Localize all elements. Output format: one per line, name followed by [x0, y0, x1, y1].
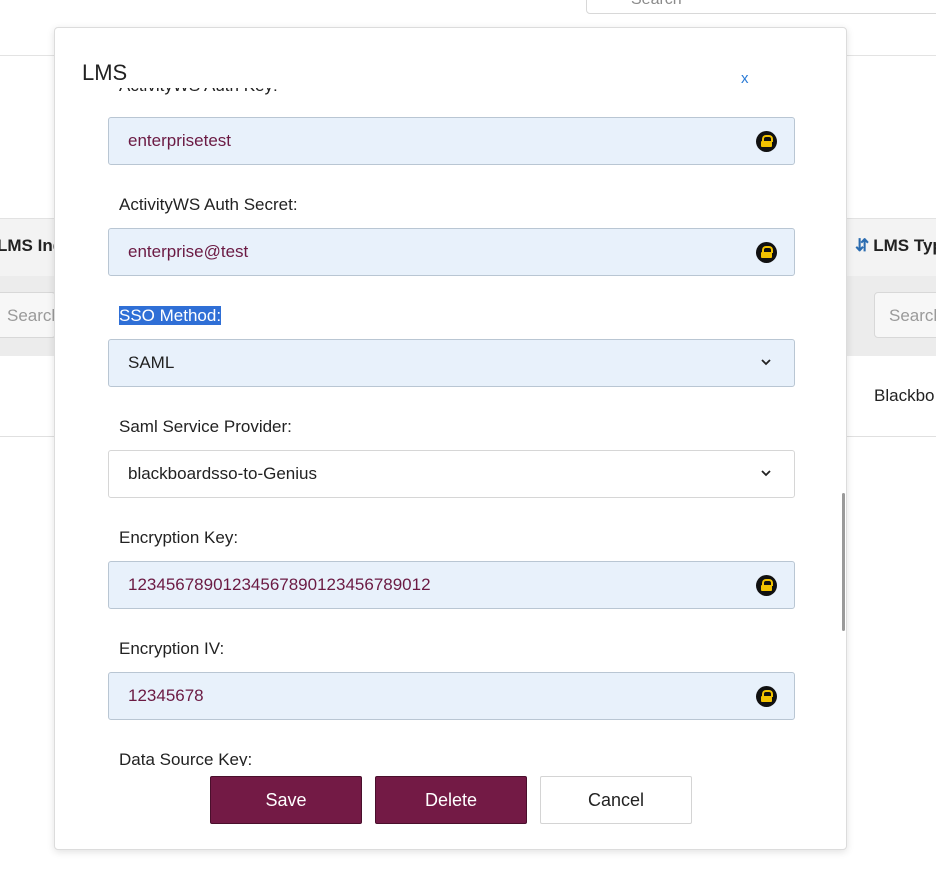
lock-icon — [756, 131, 777, 152]
filter-input-right[interactable]: Search — [874, 292, 936, 338]
filter-input-left[interactable]: Search — [0, 292, 56, 338]
select-value: SAML — [128, 353, 175, 372]
field-label-auth-secret: ActivityWS Auth Secret: — [119, 195, 298, 214]
field-label-data-source-key: Data Source Key: — [119, 750, 253, 766]
field-label-encryption-iv: Encryption IV: — [119, 639, 225, 658]
field-value: enterprisetest — [128, 131, 231, 150]
close-button[interactable]: x — [741, 70, 749, 87]
modal-title: LMS — [82, 60, 128, 85]
lms-modal: LMS x ActivityWS Auth Key: enterprisetes… — [54, 27, 847, 850]
chevron-down-icon — [761, 359, 771, 366]
select-value: blackboardsso-to-Genius — [128, 464, 317, 483]
field-label-auth-key: ActivityWS Auth Key: — [119, 88, 278, 96]
field-label-sso-method: SSO Method: — [119, 306, 222, 326]
field-value: 12345678901234567890123456789012 — [128, 575, 431, 594]
save-button[interactable]: Save — [210, 776, 362, 824]
field-label-encryption-key: Encryption Key: — [119, 528, 239, 547]
cancel-button[interactable]: Cancel — [540, 776, 692, 824]
sort-icon[interactable]: ⇵ — [855, 236, 869, 255]
auth-secret-field[interactable]: enterprise@test — [108, 228, 795, 276]
field-label-saml-provider: Saml Service Provider: — [119, 417, 292, 436]
encryption-iv-field[interactable]: 12345678 — [108, 672, 795, 720]
background-search-input[interactable]: Search — [586, 0, 936, 14]
modal-scroll-area[interactable]: ActivityWS Auth Key: enterprisetest Acti… — [55, 88, 846, 766]
selected-text: SSO Method: — [119, 306, 222, 325]
field-value: enterprise@test — [128, 242, 249, 261]
lock-icon — [756, 686, 777, 707]
encryption-key-field[interactable]: 12345678901234567890123456789012 — [108, 561, 795, 609]
chevron-down-icon — [761, 470, 771, 477]
table-cell-lms-type: Blackbo — [874, 386, 935, 405]
scrollbar-thumb[interactable] — [842, 493, 845, 631]
saml-provider-select[interactable]: blackboardsso-to-Genius — [108, 450, 795, 498]
field-value: 12345678 — [128, 686, 204, 705]
delete-button[interactable]: Delete — [375, 776, 527, 824]
sso-method-select[interactable]: SAML — [108, 339, 795, 387]
auth-key-field[interactable]: enterprisetest — [108, 117, 795, 165]
lock-icon — [756, 242, 777, 263]
column-header-label: LMS Typ — [873, 236, 936, 255]
column-header-lms-type[interactable]: ⇵ LMS Typ — [855, 236, 936, 256]
lock-icon — [756, 575, 777, 596]
